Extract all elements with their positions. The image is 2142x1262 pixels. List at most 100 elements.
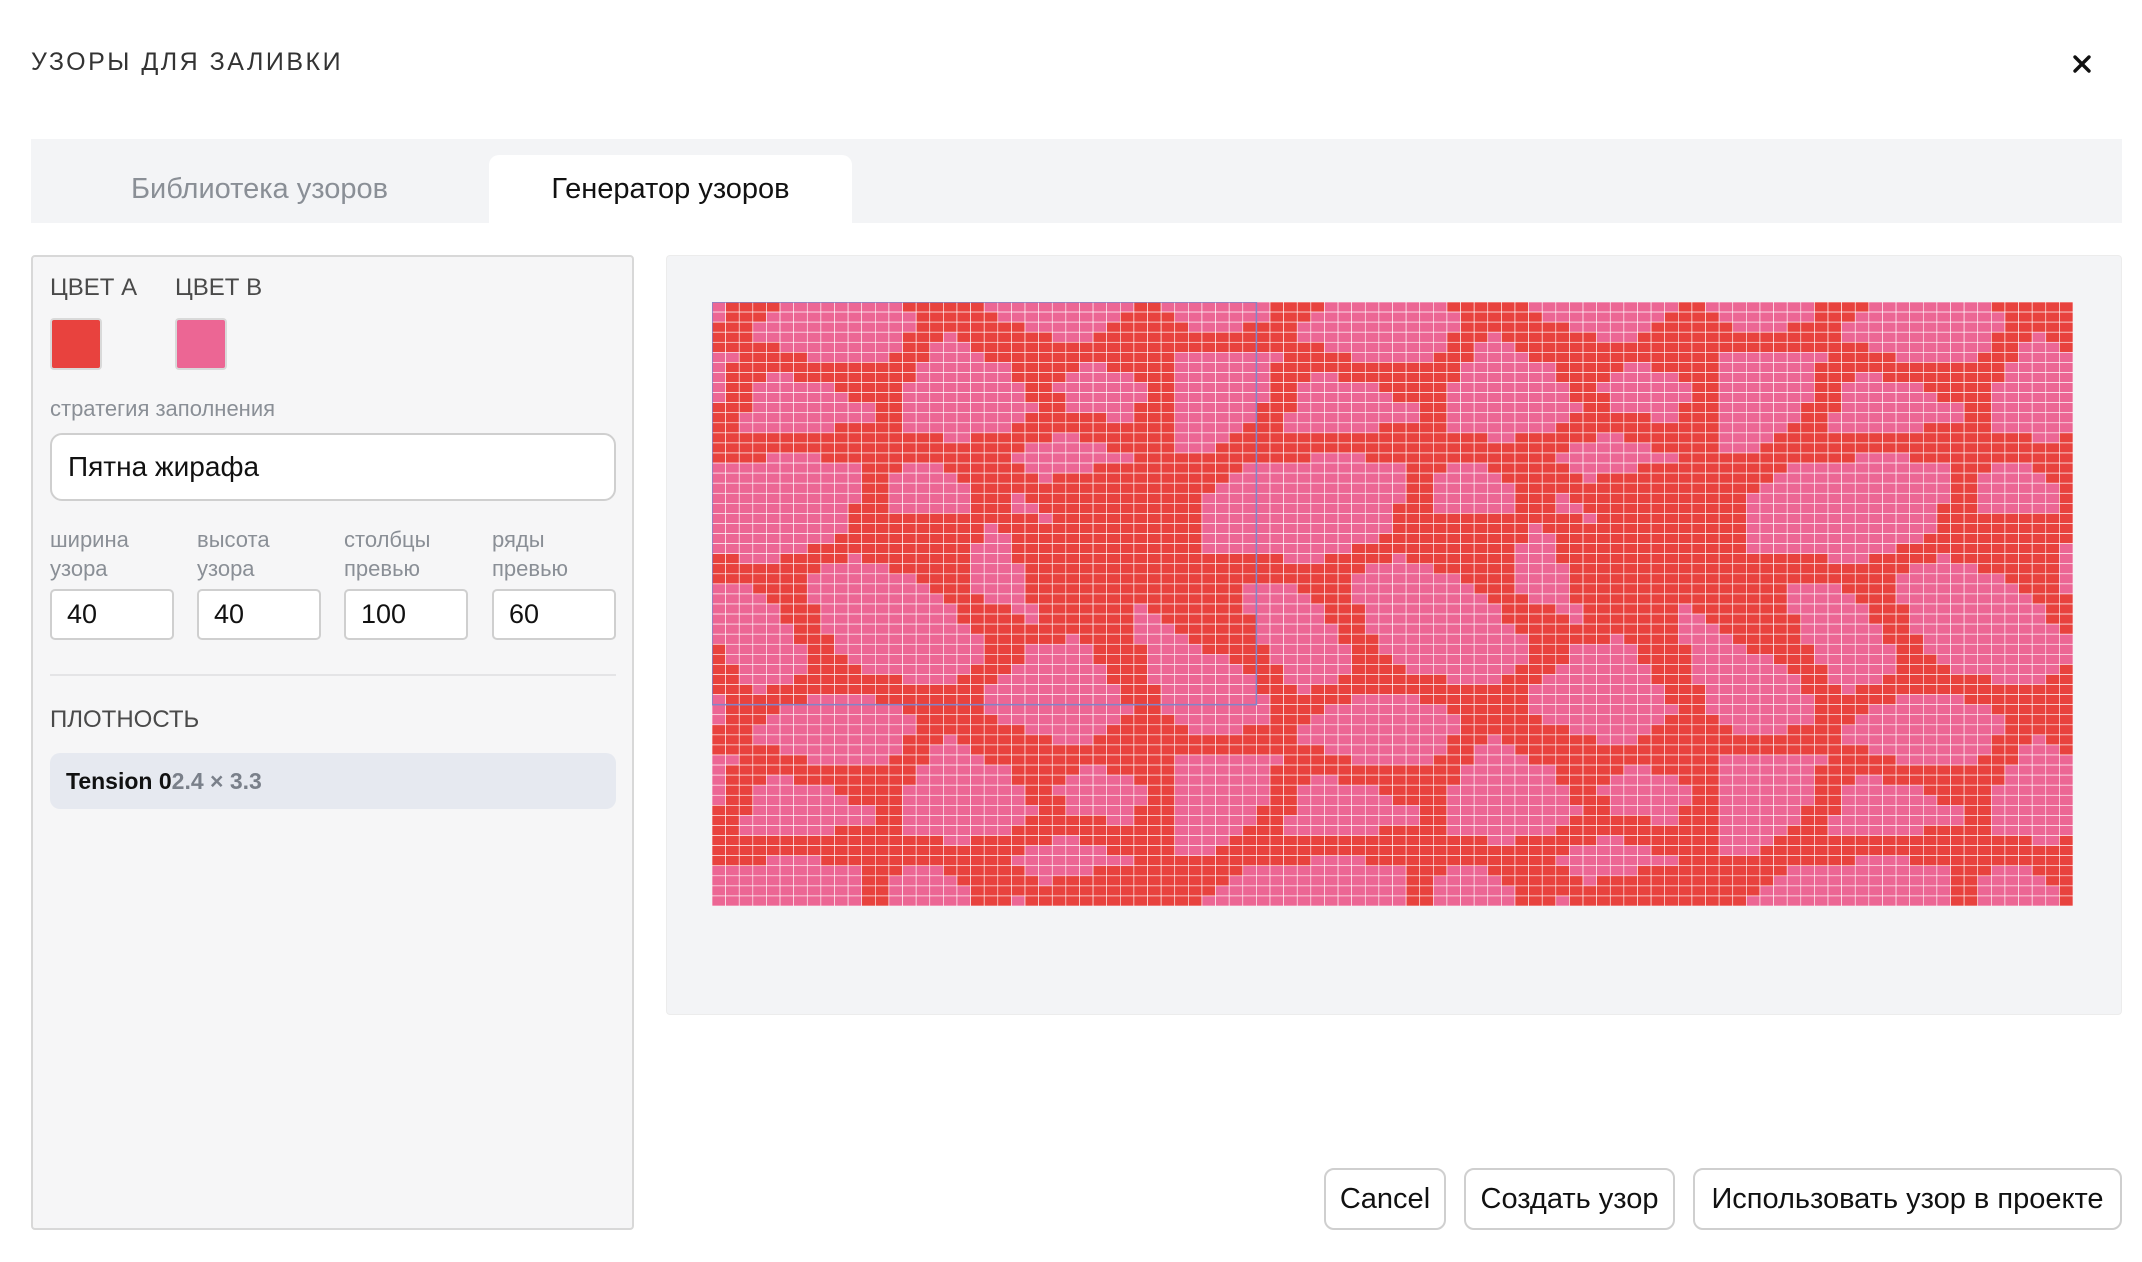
grid-cell <box>2045 362 2060 373</box>
grid-cell <box>1079 694 1094 705</box>
tab-pattern-library[interactable]: Библиотека узоров <box>31 155 488 223</box>
grid-cell <box>1637 392 1652 403</box>
grid-cell <box>1092 613 1107 625</box>
grid-cell <box>1473 331 1489 343</box>
grid-cell <box>1718 593 1734 605</box>
grid-cell <box>2018 472 2033 484</box>
grid-cell <box>1310 724 1325 736</box>
grid-cell <box>766 794 781 806</box>
grid-cell <box>1065 543 1080 554</box>
grid-cell <box>1310 452 1325 464</box>
grid-cell <box>1364 352 1380 363</box>
grid-cell <box>1637 352 1652 363</box>
grid-cell <box>752 563 767 575</box>
grid-cell <box>943 352 958 363</box>
grid-cell <box>1024 593 1039 605</box>
pattern-height-input[interactable]: 40 <box>197 589 321 640</box>
grid-cell <box>1528 523 1543 534</box>
grid-cell <box>1351 704 1366 716</box>
grid-cell <box>1188 331 1203 343</box>
grid-cell <box>997 523 1012 534</box>
grid-cell <box>1405 543 1421 554</box>
grid-cell <box>1310 694 1325 705</box>
grid-cell <box>1405 593 1421 605</box>
tab-pattern-generator[interactable]: Генератор узоров <box>489 155 852 223</box>
grid-cell <box>1147 311 1162 323</box>
grid-cell <box>1188 724 1203 736</box>
close-icon[interactable] <box>2064 46 2100 82</box>
grid-cell <box>1841 492 1856 504</box>
grid-cell <box>875 573 890 585</box>
grid-cell <box>1786 372 1802 383</box>
grid-cell <box>1650 674 1666 685</box>
grid-cell <box>1242 794 1257 806</box>
grid-cell <box>820 311 835 323</box>
grid-cell <box>1609 643 1625 655</box>
grid-cell <box>738 714 754 726</box>
grid-cell <box>1773 503 1788 514</box>
grid-cell <box>752 533 767 544</box>
grid-cell <box>1691 563 1706 575</box>
color-a-swatch[interactable] <box>50 318 102 370</box>
grid-cell <box>1705 633 1720 645</box>
grid-cell <box>1256 553 1271 565</box>
grid-cell <box>847 664 863 675</box>
grid-cell <box>766 573 781 585</box>
grid-cell <box>1854 664 1870 675</box>
grid-cell <box>1895 583 1910 595</box>
grid-cell <box>1895 321 1910 333</box>
grid-cell <box>943 794 958 806</box>
grid-cell <box>1800 734 1815 746</box>
grid-cell <box>1977 764 1992 776</box>
grid-cell <box>1364 563 1380 575</box>
grid-cell <box>1296 724 1312 736</box>
grid-cell <box>1310 462 1325 474</box>
grid-cell <box>1746 593 1761 605</box>
strategy-select[interactable]: Пятна жирафа <box>50 433 616 501</box>
grid-cell <box>1433 744 1448 756</box>
grid-cell <box>1473 503 1489 514</box>
grid-cell <box>1623 664 1638 675</box>
grid-cell <box>1460 573 1475 585</box>
preview-rows-input[interactable]: 60 <box>492 589 616 640</box>
pattern-width-input[interactable]: 40 <box>50 589 174 640</box>
grid-cell <box>1038 362 1053 373</box>
grid-cell <box>1609 331 1625 343</box>
color-b-swatch[interactable] <box>175 318 227 370</box>
grid-cell <box>2004 654 2019 665</box>
grid-cell <box>738 452 754 464</box>
grid-cell <box>1705 593 1720 605</box>
grid-cell <box>1569 412 1584 424</box>
grid-cell <box>1079 472 1094 484</box>
grid-cell <box>820 553 835 565</box>
grid-cell <box>861 321 876 333</box>
grid-cell <box>1555 623 1570 635</box>
grid-cell <box>1977 382 1992 393</box>
grid-cell <box>1854 482 1870 494</box>
grid-cell <box>1446 714 1461 726</box>
grid-cell <box>1664 432 1679 444</box>
grid-cell <box>1487 392 1502 403</box>
grid-cell <box>820 412 835 424</box>
grid-cell <box>1051 382 1067 393</box>
grid-cell <box>1922 623 1938 635</box>
grid-cell <box>1378 744 1393 756</box>
grid-cell <box>1119 764 1135 776</box>
grid-cell <box>1936 482 1951 494</box>
grid-cell <box>779 633 794 645</box>
grid-cell <box>1732 553 1747 565</box>
grid-cell <box>1800 724 1815 736</box>
grid-cell <box>1528 543 1543 554</box>
grid-cell <box>2059 563 2073 575</box>
grid-cell <box>1051 402 1067 414</box>
grid-cell <box>779 442 794 454</box>
grid-cell <box>1650 472 1666 484</box>
grid-cell <box>1364 492 1380 504</box>
grid-cell <box>806 694 822 705</box>
preview-columns-input[interactable]: 100 <box>344 589 468 640</box>
grid-cell <box>1460 452 1475 464</box>
grid-cell <box>847 643 863 655</box>
grid-cell <box>1569 543 1584 554</box>
density-option[interactable]: Tension 0 2.4 × 3.3 <box>50 753 616 809</box>
grid-cell <box>983 352 999 363</box>
